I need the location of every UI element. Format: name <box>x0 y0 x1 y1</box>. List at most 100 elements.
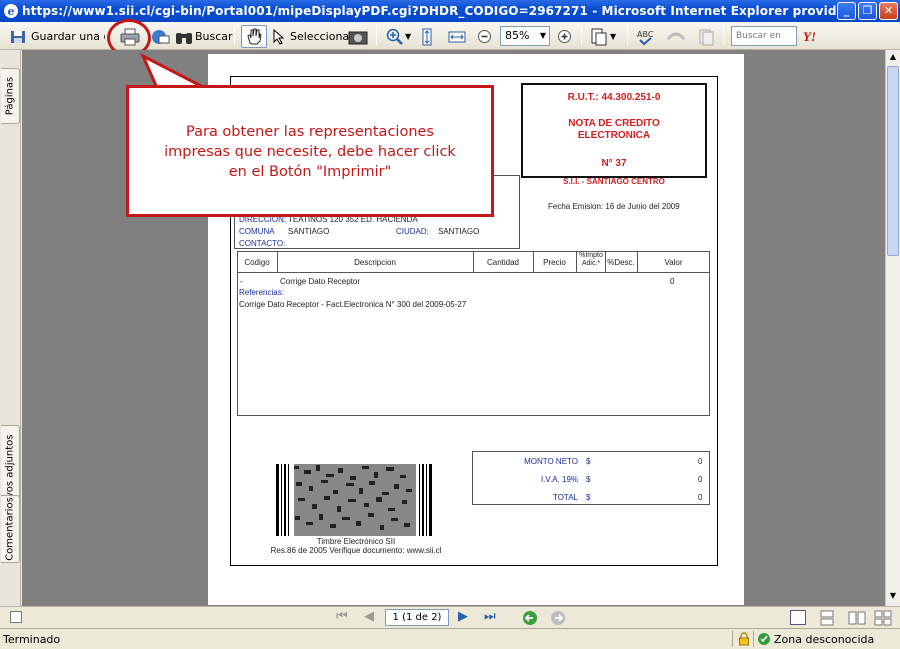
sii-office: S.I.I. - SANTIAGO CENTRO <box>563 177 665 186</box>
doc-number: N° 37 <box>601 158 627 169</box>
facing-view-icon[interactable] <box>848 610 866 626</box>
item-code: - <box>240 277 243 286</box>
page-navigation-bar: ⏮ ◀ 1 (1 de 2) ▶ ⏭ <box>0 606 900 628</box>
scroll-thumb[interactable] <box>887 66 899 256</box>
window-title: https://www1.sii.cl/cgi-bin/Portal001/mi… <box>22 4 897 18</box>
comuna-label: COMUNA <box>239 227 275 236</box>
fit-height-icon[interactable] <box>420 27 434 47</box>
zone-globe-icon <box>758 633 770 645</box>
continuous-view-icon[interactable] <box>820 610 834 626</box>
undo-icon[interactable] <box>664 29 688 45</box>
fecha-emision: Fecha Emision: 16 de Junio del 2009 <box>548 202 680 211</box>
tab-pages[interactable]: Páginas <box>1 68 20 124</box>
web-search-input[interactable]: Buscar en Web <box>731 26 797 59</box>
total-currency-neto: $ <box>586 457 591 466</box>
hand-tool-button[interactable] <box>241 25 267 48</box>
print-instruction-callout: Para obtener las representaciones impres… <box>126 85 494 217</box>
maximize-button[interactable]: ❐ <box>858 2 877 20</box>
zoom-level-dropdown-icon[interactable]: ▼ <box>540 27 546 45</box>
callout-line-1: Para obtener las representaciones <box>186 124 434 140</box>
contacto-label: CONTACTO: <box>239 239 286 248</box>
zoom-level-input[interactable]: 85% ▼ <box>500 26 550 46</box>
doc-type-line1: NOTA DE CREDITO <box>568 118 660 129</box>
svg-text:ABC: ABC <box>637 30 654 39</box>
col-precio: Precio <box>543 258 566 267</box>
zoom-out-icon[interactable] <box>477 29 492 44</box>
rotate-page-icon[interactable] <box>590 27 608 47</box>
col-descripcion: Descripcion <box>354 258 396 267</box>
zoom-dropdown-icon[interactable]: ▼ <box>405 26 411 47</box>
col-valor: Valor <box>664 258 683 267</box>
ie-icon: e <box>4 4 18 18</box>
previous-page-icon[interactable]: ◀ <box>364 609 374 624</box>
total-value-total: 0 <box>698 493 703 502</box>
document-icon[interactable] <box>698 28 714 46</box>
zoom-in-icon[interactable] <box>386 28 404 46</box>
total-currency-iva: $ <box>586 475 591 484</box>
callout-line-3: en el Botón "Imprimir" <box>228 164 392 180</box>
panel-toggle-icon[interactable] <box>10 611 22 623</box>
first-page-icon[interactable]: ⏮ <box>336 609 348 624</box>
referencia-text: Corrige Dato Receptor - Fact.Electronica… <box>239 300 467 309</box>
go-forward-icon[interactable] <box>550 610 566 626</box>
continuous-facing-view-icon[interactable] <box>874 610 892 626</box>
callout-line-2: impresas que necesite, debe hacer click <box>164 144 456 160</box>
total-label-neto: MONTO NETO <box>524 457 578 466</box>
pdf-toolbar: Guardar una copia Buscar Seleccionar ▼ 8… <box>0 19 900 59</box>
zoom-in-small-icon[interactable] <box>557 29 572 44</box>
lock-icon <box>739 632 749 646</box>
hand-icon <box>247 28 262 45</box>
status-bar: Terminado Zona desconocida <box>0 628 900 649</box>
snapshot-icon[interactable] <box>348 29 368 45</box>
single-page-view-icon[interactable] <box>790 610 806 625</box>
scroll-up-icon[interactable]: ▲ <box>887 51 899 63</box>
rotate-dropdown-icon[interactable]: ▼ <box>610 26 616 47</box>
save-icon <box>11 31 25 43</box>
callout-pointer <box>139 52 206 90</box>
scroll-down-icon[interactable]: ▼ <box>887 590 899 602</box>
go-back-icon[interactable] <box>522 610 538 626</box>
referencias-label: Referencias: <box>239 288 284 297</box>
save-copy-button[interactable]: Guardar una copia <box>31 26 105 47</box>
email-icon[interactable] <box>150 28 170 46</box>
status-text: Terminado <box>3 633 61 646</box>
doc-type-line2: ELECTRONICA <box>577 130 651 141</box>
svg-text:e: e <box>8 5 15 18</box>
item-description: Corrige Dato Receptor <box>280 277 361 286</box>
total-label-total: TOTAL <box>552 493 578 502</box>
yahoo-icon[interactable]: Y! <box>803 26 816 47</box>
binoculars-icon <box>176 33 192 44</box>
select-cursor-icon <box>273 29 285 45</box>
vertical-scrollbar[interactable]: ▲ ▼ <box>885 50 900 606</box>
title-bar: e https://www1.sii.cl/cgi-bin/Portal001/… <box>0 0 900 22</box>
col-codigo: Codigo <box>244 258 270 267</box>
timbre-verification: Res.86 de 2005 Verifique documento: www.… <box>270 546 442 555</box>
col-impto-adic: %Impto Adic.* <box>579 252 603 267</box>
ciudad-label: CIUDAD: <box>396 227 429 236</box>
last-page-icon[interactable]: ⏭ <box>484 609 496 624</box>
spell-check-icon[interactable]: ABC <box>636 28 654 46</box>
items-table <box>237 251 710 416</box>
comuna-value: SANTIAGO <box>288 227 330 236</box>
col-desc: %Desc. <box>607 258 635 267</box>
total-value-iva: 0 <box>698 475 703 484</box>
security-zone-text: Zona desconocida <box>774 633 875 646</box>
ciudad-value: SANTIAGO <box>438 227 480 236</box>
barcode-image <box>276 464 434 536</box>
next-page-icon[interactable]: ▶ <box>458 609 468 624</box>
col-cantidad: Cantidad <box>486 258 520 267</box>
navigation-panel: Páginas Archivos adjuntos Comentarios <box>0 50 21 611</box>
fit-width-icon[interactable] <box>448 30 466 44</box>
select-button[interactable]: Seleccionar <box>290 26 354 47</box>
total-label-iva: I.V.A. 19% <box>540 475 578 484</box>
total-value-neto: 0 <box>698 457 703 466</box>
rut-number: R.U.T.: 44.300.251-0 <box>567 92 661 103</box>
minimize-button[interactable]: _ <box>837 2 856 20</box>
page-number-input[interactable]: 1 (1 de 2) <box>385 609 449 626</box>
search-button[interactable]: Buscar <box>195 26 233 47</box>
tab-comments[interactable]: Comentarios <box>1 495 20 563</box>
close-button[interactable]: ✕ <box>879 2 898 20</box>
total-currency-total: $ <box>586 493 591 502</box>
item-value: 0 <box>670 277 675 286</box>
timbre-label: Timbre Electrónico SII <box>316 537 396 546</box>
